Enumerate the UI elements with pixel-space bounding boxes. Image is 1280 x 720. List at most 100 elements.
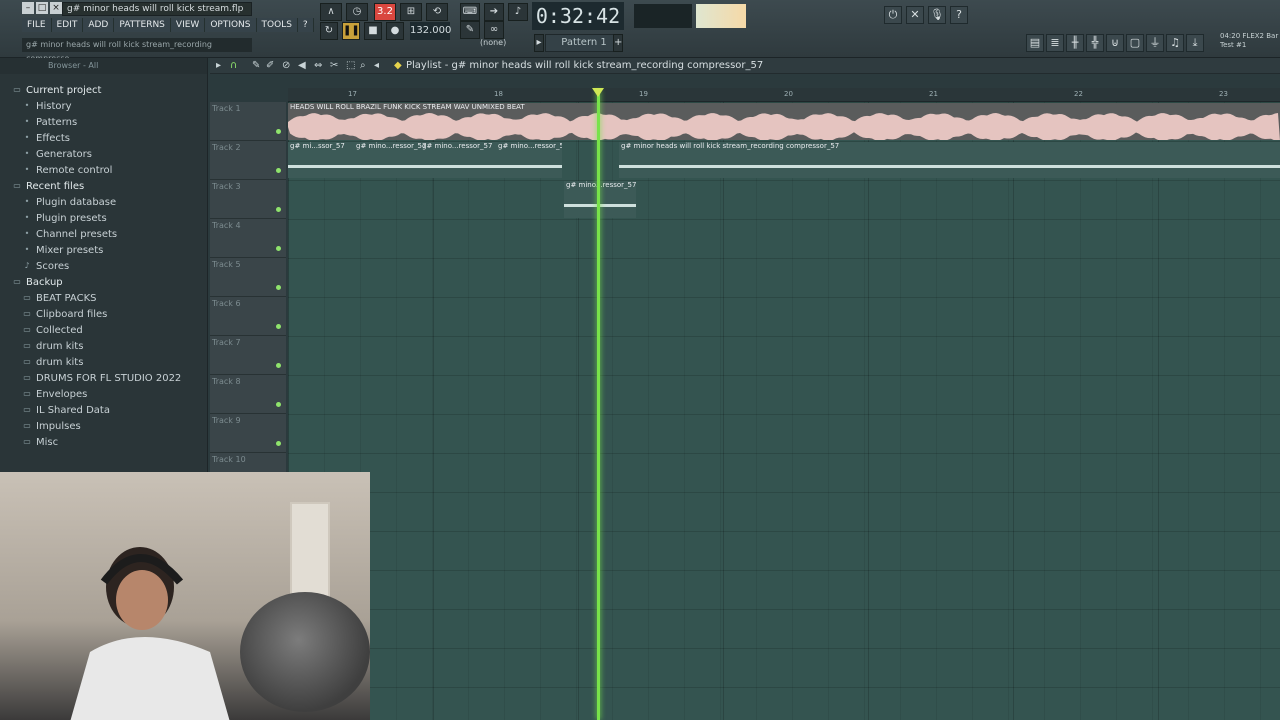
channel-rack-icon[interactable]: ≣ xyxy=(1046,34,1064,52)
track-mute-led[interactable] xyxy=(276,207,281,212)
track-header[interactable]: Track 6 xyxy=(210,297,286,336)
browser-item[interactable]: • Plugin presets xyxy=(12,210,207,226)
slice-tool-icon[interactable]: ✂ xyxy=(330,58,338,74)
pattern-selector[interactable]: Pattern 1 xyxy=(545,34,623,52)
browser-item[interactable]: ▭ Clipboard files xyxy=(12,306,207,322)
browser-item[interactable]: • Plugin database xyxy=(12,194,207,210)
playhead[interactable] xyxy=(597,90,600,720)
browser-item[interactable]: ▭ DRUMS FOR FL STUDIO 2022 xyxy=(12,370,207,386)
track-header[interactable]: Track 4 xyxy=(210,219,286,258)
timeline-ruler[interactable]: 17 18 19 20 21 22 23 xyxy=(288,88,1280,102)
step-edit-icon[interactable]: ⊞ xyxy=(400,3,422,21)
time-display[interactable]: 0:32:42 xyxy=(532,2,624,30)
browser-item[interactable]: • Effects xyxy=(12,130,207,146)
delete-tool-icon[interactable]: ⊘ xyxy=(282,58,290,74)
wait-icon[interactable]: ◷ xyxy=(346,3,368,21)
menu-item-[interactable]: ? xyxy=(297,18,314,32)
clip-track3[interactable]: g# mino...ressor_57 xyxy=(564,181,636,218)
browser-item[interactable]: ♪ Scores xyxy=(12,258,207,274)
browser-item[interactable]: • Mixer presets xyxy=(12,242,207,258)
snap-value[interactable]: 3.2 xyxy=(374,3,396,21)
piano-roll-icon[interactable]: ╫ xyxy=(1066,34,1084,52)
menu-item-add[interactable]: ADD xyxy=(83,18,115,32)
tempo-icon[interactable]: ♫ xyxy=(1166,34,1184,52)
microphone-icon[interactable]: 🎙 xyxy=(928,6,946,24)
track-mute-led[interactable] xyxy=(276,402,281,407)
track-header[interactable]: Track 5 xyxy=(210,258,286,297)
clip-track2-b[interactable]: g# minor heads will roll kick stream_rec… xyxy=(619,142,1280,178)
playlist-grid[interactable] xyxy=(288,102,1280,720)
browser-item[interactable]: ▭ Misc xyxy=(12,434,207,450)
browser-item[interactable]: • Channel presets xyxy=(12,226,207,242)
menu-item-view[interactable]: VIEW xyxy=(170,18,206,32)
zoom-tool-icon[interactable]: ⌕ xyxy=(360,58,366,74)
track-header[interactable]: Track 2 xyxy=(210,141,286,180)
select-tool-icon[interactable]: ⬚ xyxy=(346,58,355,74)
track-header[interactable]: Track 3 xyxy=(210,180,286,219)
track-mute-led[interactable] xyxy=(276,441,281,446)
browser-item[interactable]: ▭ Recent files xyxy=(12,178,207,194)
stop-button[interactable]: ■ xyxy=(364,22,382,40)
track-mute-led[interactable] xyxy=(276,363,281,368)
tools-icon[interactable]: ✕ xyxy=(906,6,924,24)
browser-item[interactable]: ▭ drum kits xyxy=(12,354,207,370)
pattern-add-icon[interactable]: + xyxy=(613,34,623,52)
metronome-icon[interactable]: ∧ xyxy=(320,3,342,21)
browser-item[interactable]: • Generators xyxy=(12,146,207,162)
browser-item[interactable]: ▭ IL Shared Data xyxy=(12,402,207,418)
track-header[interactable]: Track 1 xyxy=(210,102,286,141)
bell-icon[interactable]: ♪ xyxy=(508,3,528,21)
track-header[interactable]: Track 9 xyxy=(210,414,286,453)
record-button[interactable]: ● xyxy=(386,22,404,40)
browser-item[interactable]: ▭ Impulses xyxy=(12,418,207,434)
track-header[interactable]: Track 7 xyxy=(210,336,286,375)
pause-button[interactable]: ❚❚ xyxy=(342,22,360,40)
track-mute-led[interactable] xyxy=(276,246,281,251)
clip-track1[interactable]: HEADS WILL ROLL BRAZIL FUNK KICK STREAM … xyxy=(288,103,1280,140)
close-icon[interactable]: × xyxy=(50,2,62,14)
track-mute-led[interactable] xyxy=(276,168,281,173)
download-icon[interactable]: ⤓ xyxy=(1186,34,1204,52)
plugin-icon[interactable]: ⊍ xyxy=(1106,34,1124,52)
browser-item[interactable]: • Patterns xyxy=(12,114,207,130)
menu-item-edit[interactable]: EDIT xyxy=(51,18,84,32)
menu-item-patterns[interactable]: PATTERNS xyxy=(114,18,171,32)
playback-tool-icon[interactable]: ◂ xyxy=(374,58,379,74)
play-arrow-icon[interactable]: ▸ xyxy=(216,58,221,74)
browser-item[interactable]: ▭ Current project xyxy=(12,82,207,98)
help-icon[interactable]: ? xyxy=(950,6,968,24)
track-mute-led[interactable] xyxy=(276,285,281,290)
clip-track2-a[interactable]: g# mi...ssor_57 g# mino...ressor_57 g# m… xyxy=(288,142,562,178)
link-icon[interactable]: ∞ xyxy=(484,21,504,39)
playhead-marker[interactable] xyxy=(592,88,604,97)
menu-item-file[interactable]: FILE xyxy=(22,18,52,32)
restore-icon[interactable]: □ xyxy=(36,2,48,14)
pen-icon[interactable]: ✎ xyxy=(460,21,480,39)
pencil-tool-icon[interactable]: ✎ xyxy=(252,58,260,74)
browser-icon[interactable]: ▢ xyxy=(1126,34,1144,52)
power-icon[interactable]: ⏻ xyxy=(884,6,902,24)
browser-item[interactable]: ▭ Backup xyxy=(12,274,207,290)
mixer-icon[interactable]: ╬ xyxy=(1086,34,1104,52)
pattern-prev-icon[interactable]: ▸ xyxy=(534,34,544,52)
keyboard-icon[interactable]: ⌨ xyxy=(460,3,480,21)
track-mute-led[interactable] xyxy=(276,324,281,329)
browser-item[interactable]: • Remote control xyxy=(12,162,207,178)
track-header[interactable]: Track 8 xyxy=(210,375,286,414)
browser-item[interactable]: ▭ drum kits xyxy=(12,338,207,354)
browser-item[interactable]: • History xyxy=(12,98,207,114)
playlist-icon[interactable]: ▤ xyxy=(1026,34,1044,52)
magnet-icon[interactable]: ∩ xyxy=(230,58,237,74)
paint-tool-icon[interactable]: ✐ xyxy=(266,58,274,74)
loop-record-icon[interactable]: ⟲ xyxy=(426,3,448,21)
browser-item[interactable]: ▭ BEAT PACKS xyxy=(12,290,207,306)
arrow-icon[interactable]: ➔ xyxy=(484,3,504,21)
tempo-display[interactable]: 132.000 xyxy=(410,22,451,40)
pattern-song-toggle[interactable]: ↻ xyxy=(320,22,338,40)
menu-item-tools[interactable]: TOOLS xyxy=(256,18,298,32)
slip-tool-icon[interactable]: ⇔ xyxy=(314,58,322,74)
menu-item-options[interactable]: OPTIONS xyxy=(205,18,257,32)
browser-item[interactable]: ▭ Collected xyxy=(12,322,207,338)
track-mute-led[interactable] xyxy=(276,129,281,134)
mute-tool-icon[interactable]: ◀ xyxy=(298,58,306,74)
